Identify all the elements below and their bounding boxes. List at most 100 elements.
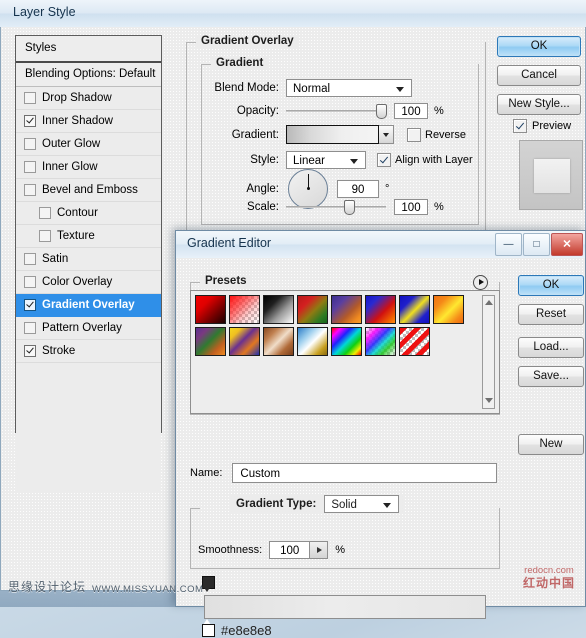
blending-options-row[interactable]: Blending Options: Default [16,63,161,87]
checkbox-color-overlay[interactable] [24,276,36,288]
preset-row [195,295,467,324]
maximize-button[interactable]: □ [523,233,550,256]
smoothness-input[interactable]: 100 [269,541,309,559]
preset-swatch[interactable] [263,327,294,356]
gradient-editor-reset-button[interactable]: Reset [518,304,584,325]
checkbox-reverse[interactable] [407,128,421,142]
scale-unit: % [434,201,444,213]
checkbox-satin[interactable] [24,253,36,265]
angle-input[interactable]: 90 [337,180,379,198]
checkbox-inner-shadow[interactable] [24,115,36,127]
style-row-drop-shadow[interactable]: Drop Shadow [16,87,161,110]
preset-swatch[interactable] [331,327,362,356]
cancel-button[interactable]: Cancel [497,65,581,86]
minimize-button[interactable]: — [495,233,522,256]
style-row-inner-glow[interactable]: Inner Glow [16,156,161,179]
style-row-gradient-overlay[interactable]: Gradient Overlay [16,294,161,317]
checkbox-stroke[interactable] [24,345,36,357]
blend-mode-select[interactable]: Normal [286,79,412,97]
gradient-editor-title: Gradient Editor [187,236,271,250]
preset-swatch[interactable] [297,327,328,356]
chevron-down-icon [396,87,404,92]
gradient-editor-save-button[interactable]: Save... [518,366,584,387]
gradient-bar[interactable] [204,595,486,619]
style-row-outer-glow[interactable]: Outer Glow [16,133,161,156]
preset-gradient [366,296,395,323]
gradient-preview-swatch[interactable] [286,125,379,144]
preset-swatch[interactable] [399,295,430,324]
gradient-type-select[interactable]: Solid [324,495,399,513]
preset-gradient [196,328,225,355]
checkbox-drop-shadow[interactable] [24,92,36,104]
smoothness-stepper[interactable] [309,541,328,559]
close-button[interactable]: ✕ [551,233,583,256]
preset-swatch[interactable] [229,295,260,324]
gradient-style-select[interactable]: Linear [286,151,366,169]
preset-swatch[interactable] [399,327,430,356]
scale-input[interactable]: 100 [394,199,428,215]
maximize-icon: □ [533,240,539,250]
gradient-overlay-group: Gradient Overlay Gradient Blend Mode: No… [186,35,486,231]
blend-mode-label: Blend Mode: [201,82,279,94]
preset-swatch[interactable] [365,327,396,356]
checkbox-outer-glow[interactable] [24,138,36,150]
preview-checkbox-row[interactable]: Preview [513,119,571,133]
watermark-left-cn: 思缘设计论坛 [8,578,86,595]
ok-button[interactable]: OK [497,36,581,57]
preset-swatch[interactable] [263,295,294,324]
scroll-up-icon[interactable] [483,297,494,309]
style-row-inner-shadow[interactable]: Inner Shadow [16,110,161,133]
reverse-label: Reverse [425,129,466,141]
style-row-pattern-overlay[interactable]: Pattern Overlay [16,317,161,340]
gradient-type-group: Gradient Type: Solid Smoothness: 100 % [190,501,500,569]
style-row-stroke[interactable]: Stroke [16,340,161,363]
style-select-label: Style: [201,154,279,166]
style-row-satin[interactable]: Satin [16,248,161,271]
slider-knob[interactable] [344,200,355,215]
opacity-input[interactable]: 100 [394,103,428,119]
style-row-contour[interactable]: Contour [16,202,161,225]
gradient-name-input[interactable]: Custom [232,463,497,483]
preset-swatch[interactable] [229,327,260,356]
checkbox-contour[interactable] [39,207,51,219]
preset-swatch[interactable] [365,295,396,324]
checkbox-pattern-overlay[interactable] [24,322,36,334]
checkbox-texture[interactable] [39,230,51,242]
layer-style-titlebar[interactable]: Layer Style [0,0,586,28]
checkbox-preview[interactable] [513,119,527,133]
opacity-slider[interactable] [286,104,386,118]
slider-knob[interactable] [376,104,387,119]
preview-label: Preview [532,120,571,132]
style-label: Color Overlay [42,271,112,293]
gradient-editor-ok-button[interactable]: OK [518,275,584,296]
scale-slider[interactable] [286,200,386,214]
preset-swatch[interactable] [195,295,226,324]
presets-list[interactable] [190,290,500,414]
opacity-stop[interactable] [202,576,213,593]
preset-swatch[interactable] [297,295,328,324]
preset-swatch[interactable] [331,295,362,324]
styles-list-header: Styles [16,36,161,63]
style-row-bevel-and-emboss[interactable]: Bevel and Emboss [16,179,161,202]
checkbox-bevel-and-emboss[interactable] [24,184,36,196]
smoothness-field[interactable]: 100 [269,541,328,559]
color-stop-swatch [202,624,215,637]
presets-menu-icon[interactable] [473,275,488,290]
scroll-down-icon[interactable] [483,395,494,407]
gradient-editor-load-button[interactable]: Load... [518,337,584,358]
checkbox-align-with-layer[interactable] [377,153,391,167]
checkbox-gradient-overlay[interactable] [24,299,36,311]
checkbox-inner-glow[interactable] [24,161,36,173]
chevron-down-icon [350,159,358,164]
new-style-button[interactable]: New Style... [497,94,581,115]
preset-swatch[interactable] [195,327,226,356]
window-controls: — □ ✕ [495,233,583,256]
preset-swatch[interactable] [433,295,464,324]
style-row-texture[interactable]: Texture [16,225,161,248]
gradient-editor-titlebar[interactable]: Gradient Editor — □ ✕ [176,231,585,259]
color-stop[interactable] [202,619,213,636]
gradient-editor-new-button[interactable]: New [518,434,584,455]
presets-scrollbar[interactable] [482,295,495,409]
gradient-dropdown-button[interactable] [379,125,394,144]
style-row-color-overlay[interactable]: Color Overlay [16,271,161,294]
